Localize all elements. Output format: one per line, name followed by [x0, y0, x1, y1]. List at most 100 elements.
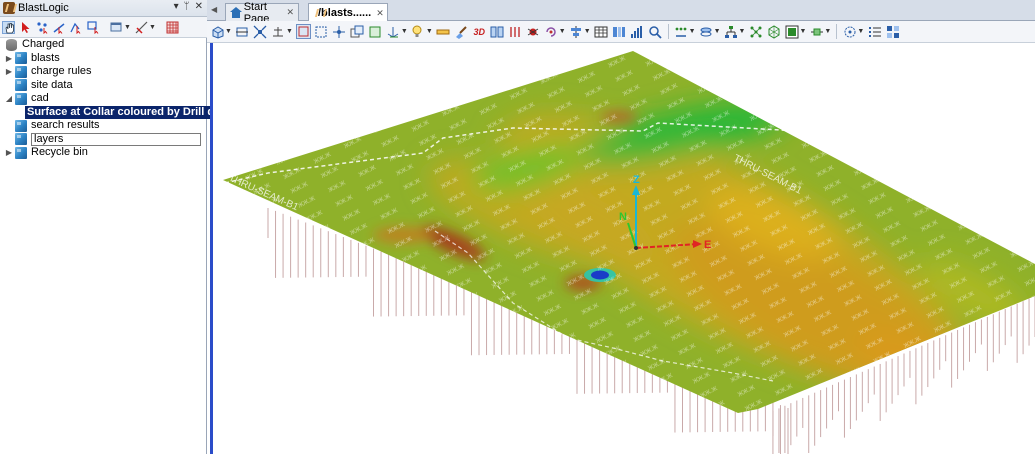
dropdown-arrow-icon[interactable]: ▼ — [225, 28, 232, 35]
tree-item-recycle-bin[interactable]: ▶ Recycle bin — [0, 146, 207, 160]
panel-menu-button[interactable]: ▾ — [174, 1, 179, 12]
tree-item-label: cad — [31, 92, 49, 105]
e-axis-label: E — [704, 239, 711, 251]
axes-icon[interactable] — [386, 24, 401, 39]
cube-icon — [15, 119, 27, 132]
close-panel-button[interactable]: ✕ — [195, 1, 203, 12]
signal-bars-icon[interactable] — [630, 24, 645, 39]
tree-item-blasts[interactable]: ▶ blasts — [0, 52, 207, 66]
layers-icon[interactable] — [699, 24, 714, 39]
connector-icon[interactable] — [809, 24, 824, 39]
cube-icon — [15, 65, 27, 78]
tree-item-site-data[interactable]: site data — [0, 79, 207, 93]
3d-view-icon[interactable]: 3D — [472, 24, 487, 39]
zoom-fit-icon[interactable] — [253, 24, 268, 39]
document-tab-bar: ◀ Start Page ✕ /blasts...... ✕ — [207, 0, 1035, 25]
tree-item-cad[interactable]: ◢ cad — [0, 92, 207, 106]
tab-scroll-left-icon[interactable]: ◀ — [211, 5, 217, 14]
n-axis-label: N — [619, 211, 627, 223]
align-icon[interactable] — [569, 24, 584, 39]
dropdown-arrow-icon[interactable]: ▼ — [401, 28, 408, 35]
dropdown-arrow-icon[interactable]: ▼ — [689, 28, 696, 35]
columns-icon[interactable] — [612, 24, 627, 39]
select-box-icon[interactable] — [87, 20, 100, 34]
view-toolbar: ▼ ▼ ▼ ▼ 3D ▼ ▼ ▼ ▼ ▼ ▼ ▼ ▼ — [207, 21, 1035, 43]
axis-origin — [634, 246, 638, 250]
paint-icon[interactable] — [454, 24, 469, 39]
target-settings-icon[interactable] — [842, 24, 857, 39]
search-icon[interactable] — [648, 24, 663, 39]
light-bulb-icon[interactable] — [411, 24, 426, 39]
box-select-icon[interactable] — [314, 24, 329, 39]
close-tab-button[interactable]: ✕ — [376, 8, 384, 19]
dropdown-arrow-icon[interactable]: ▼ — [584, 28, 591, 35]
explorer-toolbar: ▼ ▼ — [0, 17, 207, 38]
dropdown-arrow-icon[interactable]: ▼ — [857, 28, 864, 35]
pattern-icon[interactable] — [674, 24, 689, 39]
z-axis-label: Z — [633, 174, 640, 186]
section-icon[interactable] — [271, 24, 286, 39]
tree-item-label: Recycle bin — [31, 146, 88, 159]
line-tool-icon[interactable] — [135, 21, 148, 34]
dropdown-arrow-icon[interactable]: ▼ — [739, 28, 746, 35]
dropdown-arrow-icon[interactable]: ▼ — [149, 24, 156, 31]
tree-item-label: Surface at Collar coloured by Drill de..… — [25, 105, 232, 119]
tree-item-charge-rules[interactable]: ▶ charge rules — [0, 65, 207, 79]
hex-grid-icon[interactable] — [766, 24, 781, 39]
window-frame-icon[interactable] — [784, 24, 799, 39]
pan-hand-icon[interactable] — [2, 20, 15, 34]
cube-icon — [15, 92, 27, 105]
select-points-icon[interactable] — [36, 21, 49, 34]
select-polyline-icon[interactable] — [70, 21, 83, 34]
tab-blasts-view[interactable]: /blasts...... ✕ — [308, 3, 388, 22]
home-icon — [230, 7, 242, 18]
tree-item-search-results[interactable]: search results — [0, 119, 207, 133]
frame-selected-icon[interactable] — [295, 24, 311, 39]
dropdown-arrow-icon[interactable]: ▼ — [426, 28, 433, 35]
panels-icon[interactable] — [490, 24, 505, 39]
tree-item-layers[interactable]: layers — [0, 132, 207, 147]
drillhole-icon[interactable] — [508, 24, 523, 39]
pin-button[interactable]: ᛘ — [184, 1, 190, 12]
zoom-extents-icon[interactable] — [235, 24, 250, 39]
explorer-title-bar: BlastLogic ▾ ᛘ ✕ — [0, 0, 207, 17]
tree-item-charged[interactable]: Charged — [0, 38, 207, 52]
select-line-icon[interactable] — [53, 21, 66, 34]
dropdown-arrow-icon[interactable]: ▼ — [124, 24, 131, 31]
close-tab-button[interactable]: ✕ — [286, 7, 294, 18]
network-icon[interactable] — [748, 24, 763, 39]
dropdown-arrow-icon[interactable]: ▼ — [824, 28, 831, 35]
hatch-grid-icon[interactable] — [166, 21, 179, 34]
tree-item-label: site data — [31, 78, 73, 91]
collapse-arrow-icon[interactable]: ◢ — [5, 92, 13, 105]
expand-arrow-icon[interactable]: ▶ — [5, 146, 13, 159]
bounding-box-icon[interactable] — [368, 24, 383, 39]
tab-start-page[interactable]: Start Page ✕ — [225, 1, 299, 25]
tree-structure-icon[interactable] — [724, 24, 739, 39]
expand-arrow-icon[interactable]: ▶ — [5, 52, 13, 65]
tree-item-surface-at-collar-coloured-by-drill-de[interactable]: Surface at Collar coloured by Drill de..… — [0, 105, 232, 120]
window-zoom-icon[interactable] — [350, 24, 365, 39]
dropdown-arrow-icon[interactable]: ▼ — [559, 28, 566, 35]
view-orientation-icon[interactable] — [210, 24, 225, 39]
dropdown-arrow-icon[interactable]: ▼ — [286, 28, 293, 35]
dropdown-arrow-icon[interactable]: ▼ — [714, 28, 721, 35]
tree-item-label: charge rules — [31, 65, 92, 78]
bug-icon[interactable] — [526, 24, 541, 39]
expand-arrow-icon[interactable]: ▶ — [5, 65, 13, 78]
grid-table-icon[interactable] — [594, 24, 609, 39]
explorer-tree: Charged ▶ blasts ▶ charge rules site data ◢ cad… — [0, 38, 232, 160]
database-icon — [6, 38, 17, 51]
dropdown-arrow-icon[interactable]: ▼ — [799, 28, 806, 35]
cube-icon — [15, 52, 27, 65]
3d-viewport[interactable]: ЖЖ.Ж — [210, 43, 1035, 454]
tile-windows-icon[interactable] — [885, 24, 900, 39]
rotate-icon[interactable] — [544, 24, 559, 39]
select-arrow-icon[interactable] — [19, 21, 32, 34]
selection-rectangle-icon[interactable] — [110, 21, 123, 34]
ruler-icon[interactable] — [436, 24, 451, 39]
list-settings-icon[interactable] — [867, 24, 882, 39]
surface-scene[interactable]: ЖЖ.Ж — [213, 43, 1035, 454]
tree-item-label: blasts — [31, 51, 60, 64]
center-point-icon[interactable] — [332, 24, 347, 39]
